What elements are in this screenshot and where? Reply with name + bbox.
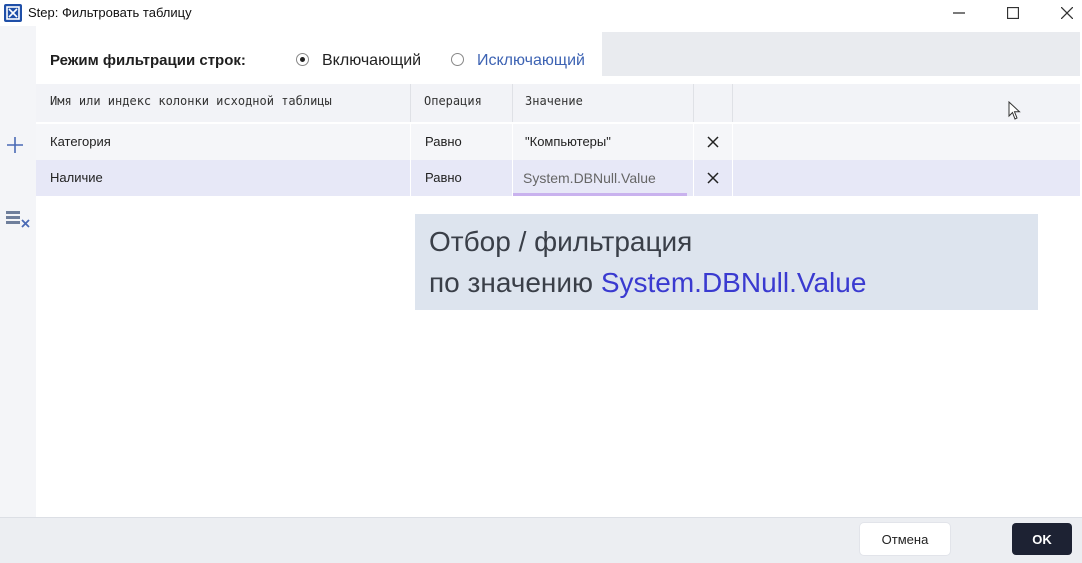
app-logo-icon	[4, 4, 22, 22]
cell-divider	[693, 124, 694, 160]
cell-divider	[410, 160, 411, 196]
ok-button[interactable]: OK	[1012, 523, 1072, 555]
mouse-cursor-icon	[1008, 100, 1022, 121]
delete-row-button[interactable]	[705, 134, 721, 150]
close-window-button[interactable]	[1044, 0, 1082, 26]
value-highlight-underline	[513, 193, 687, 196]
radio-exclusive-label[interactable]: Исключающий	[477, 52, 585, 70]
close-icon	[707, 172, 719, 184]
row-operation[interactable]: Равно	[425, 160, 462, 196]
minimize-icon	[953, 12, 965, 14]
column-divider	[410, 84, 411, 122]
maximize-button[interactable]	[990, 0, 1036, 26]
callout-line-1: Отбор / фильтрация	[429, 226, 693, 257]
add-row-button[interactable]	[4, 134, 26, 156]
table-row-selected[interactable]: Наличие Равно System.DBNull.Value	[36, 160, 1080, 196]
cell-divider	[512, 160, 513, 196]
callout-line-2-prefix: по значению	[429, 267, 601, 298]
minimize-button[interactable]	[936, 0, 982, 26]
cell-divider	[732, 124, 733, 160]
close-icon	[707, 136, 719, 148]
title-bar: Step: Фильтровать таблицу	[0, 0, 1082, 26]
clear-filter-icon	[6, 211, 30, 228]
column-header-value[interactable]: Значение	[525, 84, 583, 122]
close-icon	[1061, 7, 1073, 19]
column-header-operation[interactable]: Операция	[424, 84, 482, 122]
radio-inclusive-label[interactable]: Включающий	[322, 52, 421, 70]
cell-divider	[732, 160, 733, 196]
filter-panel: Режим фильтрации строк: Включающий Исклю…	[36, 26, 1080, 517]
window-title: Step: Фильтровать таблицу	[28, 5, 192, 20]
row-operation[interactable]: Равно	[425, 124, 462, 160]
column-divider	[512, 84, 513, 122]
table-row[interactable]: Категория Равно "Компьютеры"	[36, 124, 1080, 160]
callout-line-2: по значению System.DBNull.Value	[429, 267, 866, 299]
side-toolbar	[0, 26, 36, 517]
row-column-name[interactable]: Категория	[50, 124, 111, 160]
cell-divider	[410, 124, 411, 160]
mode-bar-filler	[602, 32, 1080, 76]
annotation-callout: Отбор / фильтрация по значению System.DB…	[415, 214, 1038, 310]
filter-mode-label: Режим фильтрации строк:	[50, 52, 246, 69]
column-header-name[interactable]: Имя или индекс колонки исходной таблицы	[50, 84, 332, 122]
radio-inclusive[interactable]	[296, 53, 309, 66]
cell-divider	[512, 124, 513, 160]
radio-exclusive[interactable]	[451, 53, 464, 66]
row-value[interactable]: "Компьютеры"	[525, 124, 611, 160]
row-column-name[interactable]: Наличие	[50, 160, 103, 196]
column-divider	[732, 84, 733, 122]
cell-divider	[693, 160, 694, 196]
clear-rows-button[interactable]	[4, 208, 32, 230]
plus-icon	[7, 137, 23, 153]
delete-row-button[interactable]	[705, 170, 721, 186]
column-divider	[693, 84, 694, 122]
grid-header: Имя или индекс колонки исходной таблицы …	[36, 84, 1080, 122]
cancel-button[interactable]: Отмена	[860, 523, 950, 555]
maximize-icon	[1007, 7, 1019, 19]
row-value[interactable]: System.DBNull.Value	[523, 160, 656, 196]
callout-highlight: System.DBNull.Value	[600, 267, 867, 298]
